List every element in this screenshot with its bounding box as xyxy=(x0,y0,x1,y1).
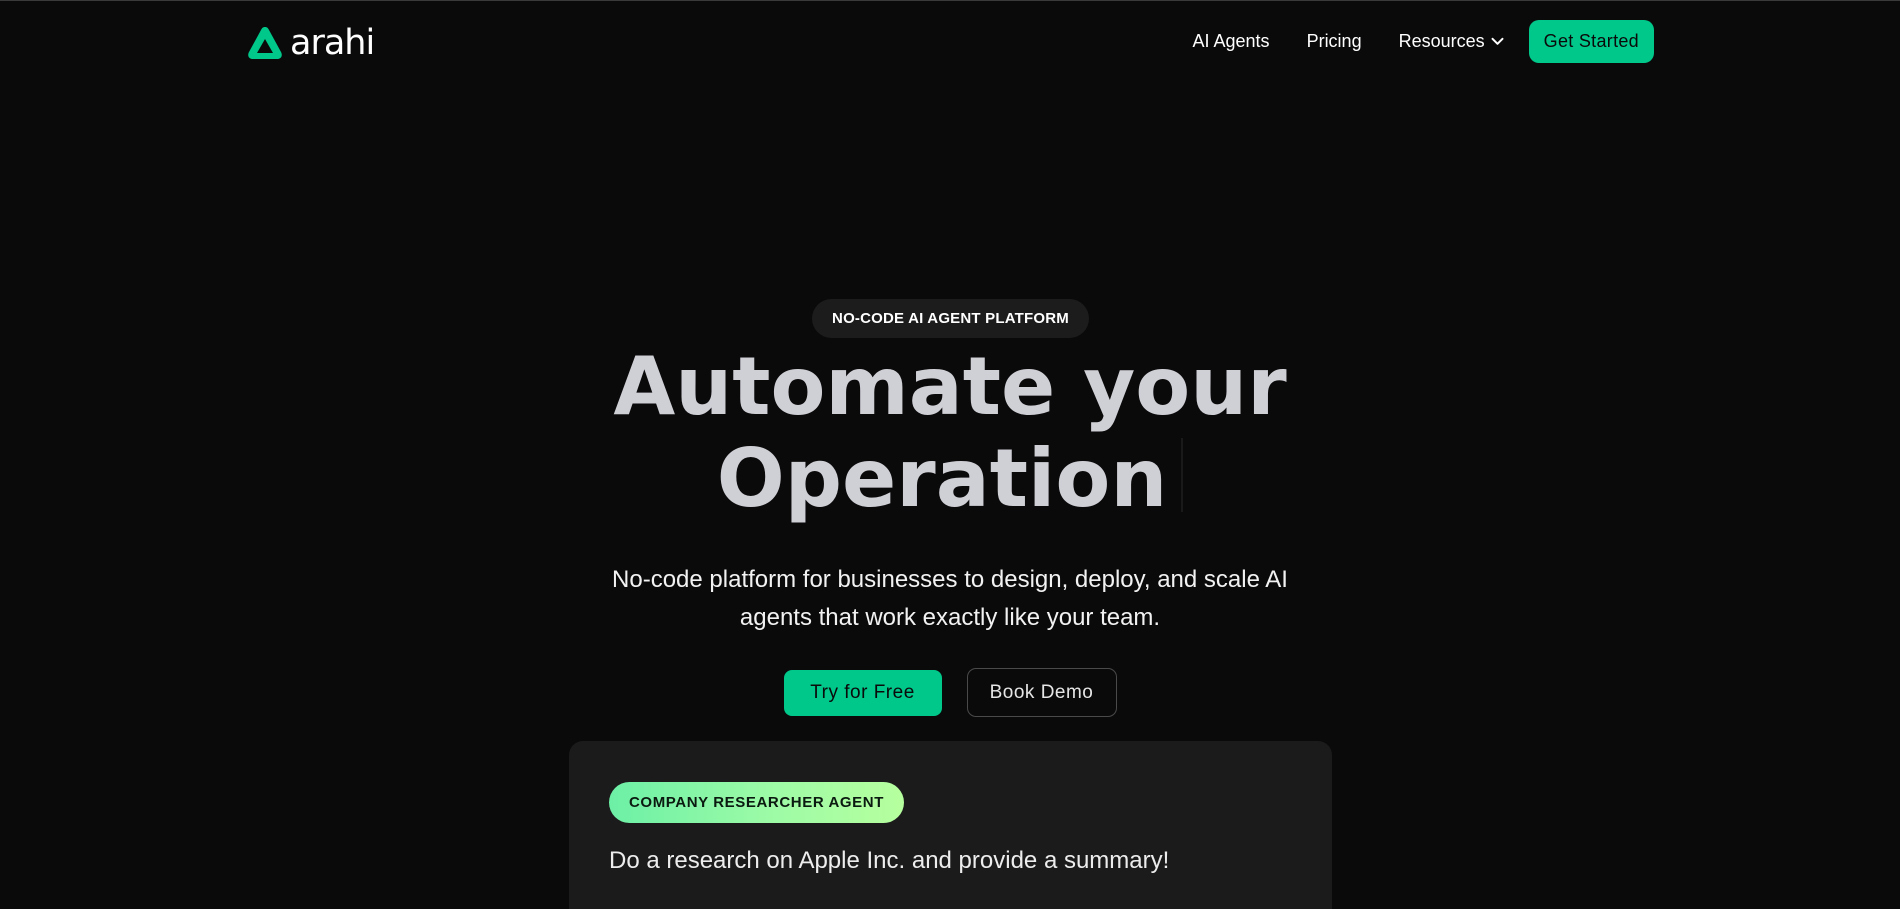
nav-ai-agents[interactable]: AI Agents xyxy=(1193,31,1270,52)
nav-ai-agents-label: AI Agents xyxy=(1192,31,1270,51)
agent-prompt-text: Do a research on Apple Inc. and provide … xyxy=(609,847,1170,874)
nav-resources-label: Resources xyxy=(1398,31,1485,51)
logo-wordmark: arahi xyxy=(290,23,375,63)
page: arahi AI Agents Pricing Resources Get St… xyxy=(0,0,1900,909)
headline-line-2: Operation xyxy=(0,433,1900,525)
get-started-button[interactable]: Get Started xyxy=(1528,20,1654,63)
main-nav: AI Agents Pricing Resources Get Started xyxy=(1193,20,1654,63)
agent-demo-card: COMPANY RESEARCHER AGENT Do a research o… xyxy=(569,741,1332,909)
headline-line-2-text: Operation xyxy=(716,432,1168,525)
hero-subtitle: No-code platform for businesses to desig… xyxy=(612,566,1288,631)
arahi-logo-icon xyxy=(248,27,282,59)
try-for-free-button[interactable]: Try for Free xyxy=(783,670,942,716)
headline-line-1: Automate your xyxy=(613,340,1287,433)
hero-headline: Automate your Operation xyxy=(0,341,1900,525)
platform-badge: NO-CODE AI AGENT PLATFORM xyxy=(812,299,1089,338)
site-header: arahi AI Agents Pricing Resources Get St… xyxy=(0,1,1900,83)
logo-link[interactable]: arahi xyxy=(246,23,375,63)
typing-caret xyxy=(1181,438,1184,512)
agent-name-badge: COMPANY RESEARCHER AGENT xyxy=(609,782,904,823)
nav-resources-dropdown[interactable]: Resources xyxy=(1399,31,1504,52)
book-demo-button[interactable]: Book Demo xyxy=(966,668,1117,717)
hero-cta-row: Try for Free Book Demo xyxy=(0,668,1900,717)
nav-pricing[interactable]: Pricing xyxy=(1307,31,1362,52)
nav-pricing-label: Pricing xyxy=(1306,31,1362,51)
chevron-down-icon xyxy=(1491,37,1504,45)
